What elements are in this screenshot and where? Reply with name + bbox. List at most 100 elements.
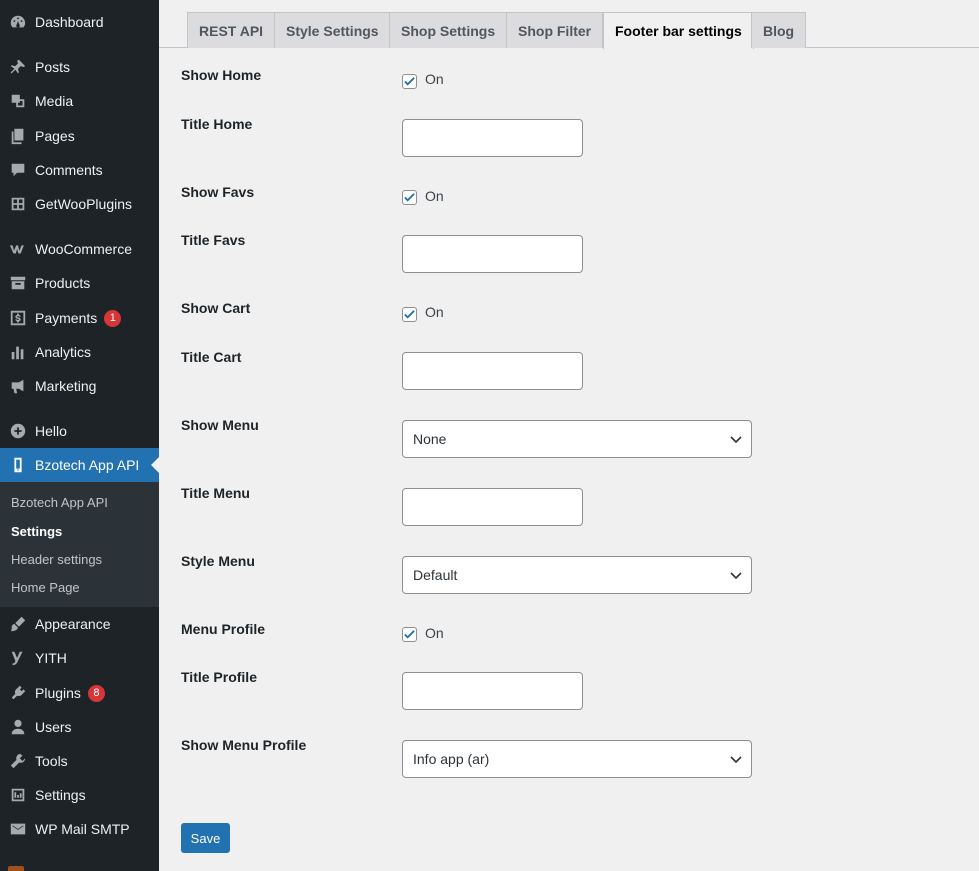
sidebar-item-users[interactable]: Users	[0, 710, 159, 744]
archive-icon	[8, 273, 28, 293]
submenu-item-home-page[interactable]: Home Page	[11, 580, 80, 595]
folder-icon	[8, 866, 24, 871]
sidebar-item-label: Plugins	[35, 685, 81, 701]
sidebar-item-hello[interactable]: Hello	[0, 414, 159, 448]
sidebar-item-label: Settings	[35, 787, 86, 803]
checkmark-icon	[404, 77, 415, 86]
dashboard-icon	[8, 12, 28, 32]
sidebar-item-label: Payments	[35, 310, 98, 326]
title-profile-input[interactable]	[402, 672, 583, 710]
sidebar-item-label: Dashboard	[35, 14, 104, 30]
show-menu-selected-value: None	[413, 431, 447, 447]
title-menu-input[interactable]	[402, 488, 583, 526]
show-cart-checkbox-label: On	[425, 304, 444, 320]
style-menu-selected-value: Default	[413, 567, 458, 583]
bar-chart-icon	[8, 342, 28, 362]
checkmark-icon	[404, 310, 415, 319]
submenu-item-settings[interactable]: Settings	[11, 524, 62, 539]
show-menu-profile-selected-value: Info app (ar)	[413, 751, 490, 767]
sidebar-item-label: Products	[35, 275, 91, 291]
sidebar-item-label: Posts	[35, 59, 71, 75]
show-favs-checkbox-label: On	[425, 188, 444, 204]
title-profile-label: Title Profile	[181, 669, 257, 685]
tab-shop-filter[interactable]: Shop Filter	[506, 12, 604, 48]
sidebar-item-analytics[interactable]: Analytics	[0, 335, 159, 369]
tab-rest-api[interactable]: REST API	[187, 12, 276, 48]
sidebar-item-yith[interactable]: YITH	[0, 641, 159, 675]
sidebar-submenu: Bzotech App API Settings Header settings…	[0, 482, 159, 607]
title-favs-label: Title Favs	[181, 232, 246, 248]
save-button[interactable]: Save	[181, 823, 230, 853]
media-icon	[8, 91, 28, 111]
sidebar-item-tools[interactable]: Tools	[0, 744, 159, 778]
sidebar-item-label: WooCommerce	[35, 241, 132, 257]
megaphone-icon	[8, 376, 28, 396]
sidebar-item-label: Tools	[35, 753, 68, 769]
style-menu-select[interactable]: Default	[402, 556, 752, 594]
sidebar-item-payments[interactable]: Payments 1	[0, 301, 159, 335]
sidebar-item-label: GetWooPlugins	[35, 196, 133, 212]
plus-circle-icon	[8, 421, 28, 441]
tab-blog[interactable]: Blog	[751, 12, 807, 48]
show-home-label: Show Home	[181, 67, 262, 83]
sidebar-item-label: Bzotech App API	[35, 457, 140, 473]
sidebar-item-label: Pages	[35, 128, 75, 144]
tab-style-settings[interactable]: Style Settings	[274, 12, 391, 48]
sidebar-item-dashboard[interactable]: Dashboard	[0, 5, 159, 39]
sidebar-item-label: Comments	[35, 162, 103, 178]
notification-badge: 8	[87, 684, 105, 702]
sidebar-item-wp-mail-smtp[interactable]: WP Mail SMTP	[0, 812, 159, 846]
submenu-item-bzotech-app-api[interactable]: Bzotech App API	[11, 495, 108, 510]
dollar-icon	[8, 308, 28, 328]
yith-icon	[8, 648, 28, 668]
user-icon	[8, 717, 28, 737]
title-cart-label: Title Cart	[181, 349, 242, 365]
sidebar-item-label: WP Mail SMTP	[35, 821, 130, 837]
sidebar-item-pages[interactable]: Pages	[0, 119, 159, 153]
title-cart-input[interactable]	[402, 352, 583, 390]
menu-profile-checkbox-label: On	[425, 625, 444, 641]
sidebar-item-appearance[interactable]: Appearance	[0, 607, 159, 641]
plug-icon	[8, 683, 28, 703]
sidebar-item-woocommerce[interactable]: WooCommerce	[0, 232, 159, 266]
sidebar-item-label: Marketing	[35, 378, 97, 394]
brush-icon	[8, 614, 28, 634]
show-home-checkbox[interactable]	[402, 74, 417, 89]
sidebar-item-label: Analytics	[35, 344, 92, 360]
sidebar-item-posts[interactable]: Posts	[0, 50, 159, 84]
show-menu-profile-select[interactable]: Info app (ar)	[402, 740, 752, 778]
title-menu-label: Title Menu	[181, 485, 250, 501]
show-menu-label: Show Menu	[181, 417, 259, 433]
sidebar-item-label: Media	[35, 93, 74, 109]
sidebar-item-plugins[interactable]: Plugins 8	[0, 676, 159, 710]
sidebar-item-bzotech-app-api[interactable]: Bzotech App API	[0, 448, 159, 482]
pages-icon	[8, 126, 28, 146]
chevron-down-icon	[730, 756, 742, 764]
menu-profile-checkbox[interactable]	[402, 627, 417, 642]
title-home-input[interactable]	[402, 119, 583, 157]
title-favs-input[interactable]	[402, 235, 583, 273]
sidebar-item-partial	[0, 862, 159, 871]
sidebar-item-label: Users	[35, 719, 72, 735]
settings-icon	[8, 785, 28, 805]
sidebar-item-label: YITH	[35, 650, 67, 666]
sidebar-item-marketing[interactable]: Marketing	[0, 369, 159, 403]
wrench-icon	[8, 751, 28, 771]
menu-profile-label: Menu Profile	[181, 621, 266, 637]
show-cart-checkbox[interactable]	[402, 307, 417, 322]
sidebar-item-media[interactable]: Media	[0, 84, 159, 118]
sidebar-item-getwooplugins[interactable]: GetWooPlugins	[0, 187, 159, 221]
sidebar-item-settings[interactable]: Settings	[0, 778, 159, 812]
sidebar-item-comments[interactable]: Comments	[0, 153, 159, 187]
plugins-grid-icon	[8, 194, 28, 214]
sidebar-item-products[interactable]: Products	[0, 266, 159, 300]
tab-footer-bar-settings[interactable]: Footer bar settings	[603, 12, 754, 49]
style-menu-label: Style Menu	[181, 553, 255, 569]
woo-icon	[8, 239, 28, 259]
show-favs-checkbox[interactable]	[402, 190, 417, 205]
tab-shop-settings[interactable]: Shop Settings	[389, 12, 508, 48]
show-cart-label: Show Cart	[181, 300, 251, 316]
show-menu-select[interactable]: None	[402, 420, 752, 458]
submenu-item-header-settings[interactable]: Header settings	[11, 552, 102, 567]
notification-badge: 1	[104, 309, 122, 327]
